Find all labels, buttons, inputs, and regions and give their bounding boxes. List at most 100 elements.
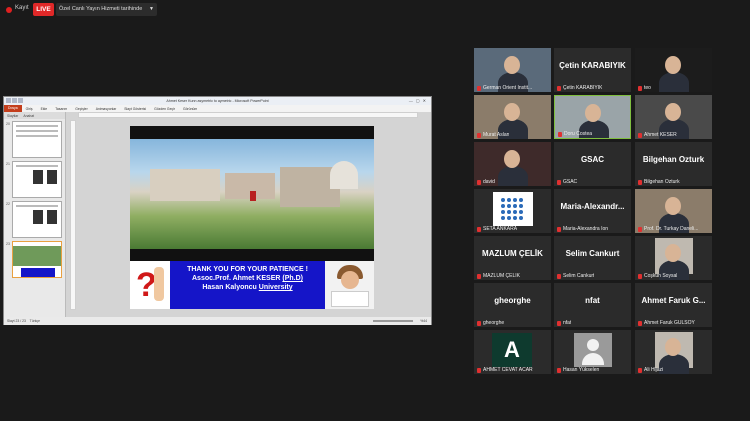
- thumbnail-tabs: Slaytlar Anahat: [4, 112, 65, 119]
- participant-tile[interactable]: Maria-Alexandr... Maria-Alexandra Ion: [554, 189, 631, 233]
- question-mark-illustration: ?: [130, 261, 170, 309]
- live-destination-label: Özel Canlı Yayın Hizmeti tarihinde: [59, 6, 143, 12]
- live-destination-select[interactable]: Özel Canlı Yayın Hizmeti tarihinde ▼: [56, 3, 157, 16]
- participant-display-name: Maria-Alexandr...: [560, 202, 625, 211]
- tab-outline[interactable]: Anahat: [23, 114, 34, 118]
- undo-icon[interactable]: [18, 98, 23, 103]
- stressed-girl-illustration: [325, 261, 374, 309]
- participant-tile[interactable]: david: [474, 142, 551, 186]
- ribbon-tab-transitions[interactable]: Geçişler: [71, 107, 91, 111]
- participant-name-label: Prof. Dr. Turkay Daneli...: [638, 226, 698, 232]
- mic-muted-icon: [638, 85, 642, 91]
- participant-display-name: Bilgehan Ozturk: [642, 155, 705, 164]
- participant-name: Murat Aslan: [483, 132, 510, 138]
- participant-name: nfat: [563, 320, 572, 326]
- participant-name: Ahmet KESER: [644, 132, 677, 138]
- participant-tile[interactable]: Bilgehan Ozturk Bilgehan Ozturk: [635, 142, 712, 186]
- seta-logo: [493, 192, 533, 226]
- participant-tile[interactable]: Çetin KARABIYIK Çetin KARABIYIK: [554, 48, 631, 92]
- participant-name: GSAC: [563, 179, 578, 185]
- record-label[interactable]: Kayıt: [15, 5, 29, 11]
- language-label: Türkçe: [29, 319, 41, 323]
- thank-you-box: THANK YOU FOR YOUR PATIENCE ! Assoc.Prof…: [170, 261, 325, 309]
- participant-name: SETA ANKARA: [483, 226, 518, 232]
- window-controls[interactable]: —▢✕: [409, 97, 429, 105]
- ribbon-tab-home[interactable]: Giriş: [22, 107, 37, 111]
- participant-display-name: Çetin KARABIYIK: [559, 61, 626, 70]
- participant-name: Ahmet Faruk GÜLSOY: [644, 320, 695, 326]
- participant-name-label: Ali Hijazi: [638, 367, 663, 373]
- ppt-window-title: Ahmet Keser Kunn asymetric to aymetric -…: [166, 99, 269, 103]
- ppt-app-icon[interactable]: [6, 98, 11, 103]
- participant-tile[interactable]: German Orient Instit...: [474, 48, 551, 92]
- participant-name-label: Hasan Yükselen: [557, 367, 599, 373]
- participant-tile[interactable]: Hasan Yükselen: [554, 330, 631, 374]
- mic-muted-icon: [557, 273, 561, 279]
- participant-name-label: Ahmet Faruk GÜLSOY: [638, 320, 695, 326]
- slide-thumbnail[interactable]: [12, 121, 62, 158]
- participant-tile[interactable]: Ahmet Faruk G... Ahmet Faruk GÜLSOY: [635, 283, 712, 327]
- thumb-number: 22: [6, 202, 10, 206]
- save-icon[interactable]: [12, 98, 17, 103]
- participant-tile[interactable]: SETA ANKARA: [474, 189, 551, 233]
- participant-name: Selim Cankurt: [563, 273, 595, 279]
- participant-name-label: teo: [638, 85, 651, 91]
- tab-slides[interactable]: Slaytlar: [7, 114, 18, 118]
- participant-tile[interactable]: Prof. Dr. Turkay Daneli...: [635, 189, 712, 233]
- live-badge[interactable]: LIVE: [33, 3, 54, 16]
- mic-muted-icon: [558, 131, 562, 137]
- participant-name-label: GSAC: [557, 179, 577, 185]
- participant-tile[interactable]: Selim Cankurt Selim Cankurt: [554, 236, 631, 280]
- participant-tile[interactable]: gheorghe gheorghe: [474, 283, 551, 327]
- participant-display-name: MAZLUM ÇELİK: [482, 249, 543, 258]
- participant-name-label: Murat Aslan: [477, 132, 509, 138]
- ribbon-tab-animations[interactable]: Animasyonlar: [92, 107, 121, 111]
- participant-tile[interactable]: nfat nfat: [554, 283, 631, 327]
- participant-display-name: GSAC: [580, 155, 605, 164]
- participant-name-label: AHMET CEVAT ACAR: [477, 367, 533, 373]
- participant-name: Hasan Yükselen: [563, 367, 600, 373]
- participant-name-label: nfat: [557, 320, 571, 326]
- participant-name: Ali Hijazi: [644, 367, 664, 373]
- thumb-number: 20: [6, 122, 10, 126]
- ribbon-tab-file[interactable]: Dosya: [4, 105, 22, 112]
- slide-top-band: [130, 126, 374, 139]
- slide-thumbnail[interactable]: [12, 201, 62, 238]
- zoom-level[interactable]: %44: [420, 317, 427, 325]
- participant-tile[interactable]: A AHMET CEVAT ACAR: [474, 330, 551, 374]
- participant-name-label: Doru Costea: [558, 131, 592, 137]
- participant-tile[interactable]: MAZLUM ÇELİK MAZLUM ÇELİK: [474, 236, 551, 280]
- ribbon-tab-slideshow[interactable]: Slayt Gösterisi: [120, 107, 150, 111]
- participant-tile[interactable]: GSAC GSAC: [554, 142, 631, 186]
- participant-tile[interactable]: Coşkun Soysal: [635, 236, 712, 280]
- mic-muted-icon: [638, 320, 642, 326]
- participant-tile[interactable]: Ali Hijazi: [635, 330, 712, 374]
- participant-name: Prof. Dr. Turkay Daneli...: [644, 226, 699, 232]
- mic-muted-icon: [557, 226, 561, 232]
- campus-photo: [130, 139, 374, 249]
- slide-thumbnail-selected[interactable]: [12, 241, 62, 278]
- ribbon-tab-insert[interactable]: Ekle: [37, 107, 52, 111]
- ribbon-tab-review[interactable]: Gözden Geçir: [150, 107, 179, 111]
- letter-avatar: A: [492, 333, 532, 367]
- participant-name: gheorghe: [483, 320, 505, 326]
- ribbon-tab-view[interactable]: Görünüm: [179, 107, 201, 111]
- mic-muted-icon: [638, 132, 642, 138]
- participant-tile[interactable]: teo: [635, 48, 712, 92]
- participant-name: Doru Costea: [564, 131, 593, 137]
- slide-thumbnail[interactable]: [12, 161, 62, 198]
- participant-tile[interactable]: Murat Aslan: [474, 95, 551, 139]
- mic-muted-icon: [638, 179, 642, 185]
- thumb-number: 23: [6, 242, 10, 246]
- quick-access-toolbar: [6, 98, 23, 103]
- zoom-slider[interactable]: [373, 320, 413, 322]
- ribbon-tab-design[interactable]: Tasarım: [51, 107, 71, 111]
- participant-name-label: Selim Cankurt: [557, 273, 594, 279]
- ppt-ribbon: Dosya Giriş Ekle Tasarım Geçişler Animas…: [4, 105, 431, 112]
- participant-name: Bilgehan Ozturk: [644, 179, 680, 185]
- record-icon: [6, 7, 12, 13]
- participant-name-label: Bilgehan Ozturk: [638, 179, 680, 185]
- participant-tile[interactable]: Ahmet KESER: [635, 95, 712, 139]
- participant-tile[interactable]: Doru Costea: [554, 95, 631, 139]
- mic-muted-icon: [638, 367, 642, 373]
